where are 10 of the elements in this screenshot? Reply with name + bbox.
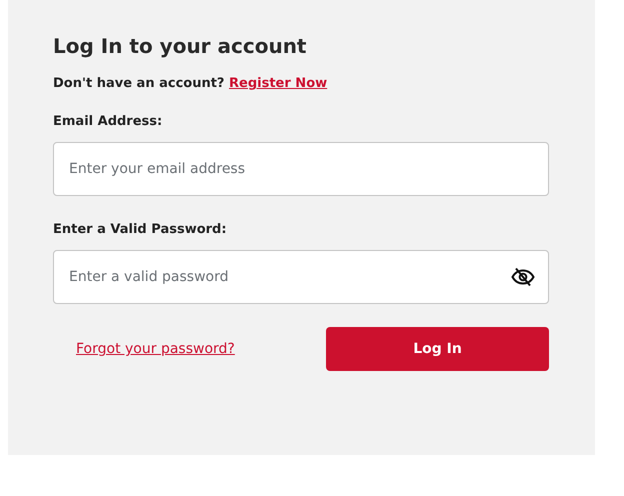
input-field[interactable]: Enter your email address bbox=[53, 142, 549, 196]
input-field[interactable]: Enter a valid password bbox=[53, 250, 549, 304]
forgot-password-link[interactable]: Forgot your password? bbox=[76, 341, 235, 357]
login-button[interactable]: Log In bbox=[326, 327, 549, 371]
page-title: Log In to your account bbox=[53, 33, 308, 60]
field-label: Email Address: bbox=[53, 113, 164, 130]
field-label: Enter a Valid Password: bbox=[53, 221, 228, 238]
eye-slash-icon[interactable] bbox=[511, 267, 535, 287]
register-prompt: Don't have an account? Register Now bbox=[53, 75, 328, 93]
register-link[interactable]: Register Now bbox=[229, 76, 328, 91]
